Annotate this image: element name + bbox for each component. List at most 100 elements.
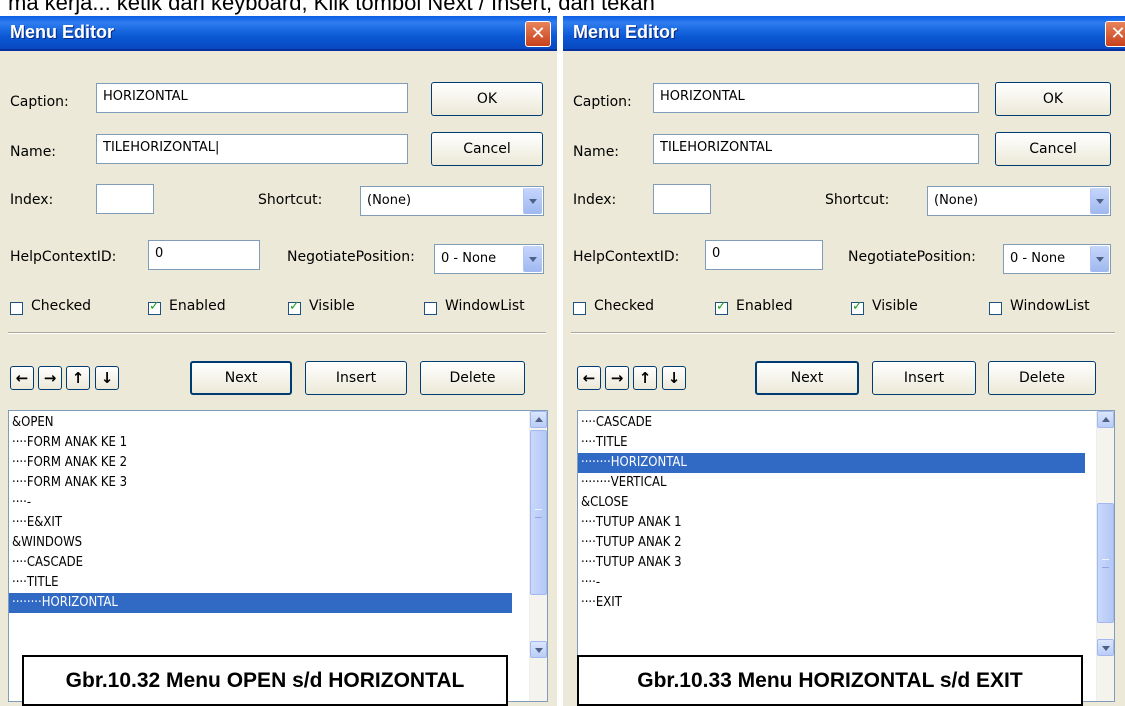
list-item[interactable]: ····EXIT xyxy=(581,593,622,613)
list-item[interactable]: ····TUTUP ANAK 2 xyxy=(581,533,682,553)
shortcut-label: Shortcut: xyxy=(825,192,890,208)
negotiateposition-select[interactable]: 0 - None xyxy=(434,244,544,274)
arrow-right-icon[interactable]: → xyxy=(38,366,62,390)
shortcut-value: (None) xyxy=(934,193,979,208)
checkmark-icon: ✓ xyxy=(149,299,160,314)
caption-label: Caption: xyxy=(573,94,632,110)
negotiateposition-label: NegotiatePosition: xyxy=(848,249,976,265)
caption-input[interactable]: HORIZONTAL xyxy=(653,83,979,113)
close-icon[interactable]: ✕ xyxy=(1105,21,1125,47)
enabled-checkbox[interactable]: ✓ xyxy=(148,299,161,315)
windowlist-checkbox[interactable] xyxy=(989,302,1002,315)
caption-label: Caption: xyxy=(10,94,69,110)
scroll-up-icon[interactable] xyxy=(530,411,547,428)
close-icon[interactable]: ✕ xyxy=(525,21,551,47)
arrow-down-icon[interactable]: ↓ xyxy=(95,366,119,390)
arrow-down-icon[interactable]: ↓ xyxy=(662,366,686,390)
list-item[interactable]: ····FORM ANAK KE 3 xyxy=(12,473,127,493)
list-item[interactable]: ········VERTICAL xyxy=(581,473,667,493)
negotiateposition-select[interactable]: 0 - None xyxy=(1003,244,1111,274)
name-input[interactable]: TILEHORIZONTAL| xyxy=(96,134,408,164)
list-item[interactable]: ····FORM ANAK KE 1 xyxy=(12,433,127,453)
list-item-selected[interactable]: ········HORIZONTAL xyxy=(578,453,1085,473)
index-label: Index: xyxy=(10,192,54,208)
list-item[interactable]: ····E&XIT xyxy=(12,513,62,533)
chevron-down-icon[interactable] xyxy=(1090,246,1109,272)
index-input[interactable] xyxy=(653,184,711,214)
window-title: Menu Editor xyxy=(573,22,677,42)
vertical-scrollbar[interactable] xyxy=(529,411,547,701)
chevron-down-icon[interactable] xyxy=(523,246,542,272)
list-item[interactable]: ····- xyxy=(581,573,600,593)
scroll-thumb[interactable] xyxy=(530,430,547,595)
list-item[interactable]: ····TITLE xyxy=(12,573,58,593)
list-item[interactable]: ····CASCADE xyxy=(581,413,652,433)
next-button[interactable]: Next xyxy=(755,361,859,395)
list-item[interactable]: ····TUTUP ANAK 1 xyxy=(581,513,682,533)
insert-button[interactable]: Insert xyxy=(872,361,976,395)
next-button[interactable]: Next xyxy=(190,361,292,395)
scroll-down-icon[interactable] xyxy=(1097,639,1114,656)
negotiateposition-value: 0 - None xyxy=(441,251,497,266)
windowlist-label: WindowList xyxy=(445,298,525,314)
cancel-button[interactable]: Cancel xyxy=(431,132,543,166)
name-label: Name: xyxy=(10,144,57,160)
list-item[interactable]: ····TUTUP ANAK 3 xyxy=(581,553,682,573)
scroll-down-icon[interactable] xyxy=(530,641,547,658)
windowlist-checkbox[interactable] xyxy=(424,302,437,315)
visible-checkbox[interactable]: ✓ xyxy=(851,299,864,315)
list-item[interactable]: ····- xyxy=(12,493,31,513)
list-item[interactable]: ····FORM ANAK KE 2 xyxy=(12,453,127,473)
shortcut-select[interactable]: (None) xyxy=(927,186,1111,216)
scroll-thumb[interactable] xyxy=(1097,503,1114,623)
chevron-down-icon[interactable] xyxy=(1090,188,1109,214)
checked-label: Checked xyxy=(594,298,655,314)
chevron-down-icon[interactable] xyxy=(523,188,542,214)
shortcut-label: Shortcut: xyxy=(258,192,323,208)
separator xyxy=(571,332,1115,334)
checkmark-icon: ✓ xyxy=(716,299,727,314)
list-item-selected[interactable]: ········HORIZONTAL xyxy=(9,593,512,613)
arrow-right-icon[interactable]: → xyxy=(605,366,629,390)
list-item[interactable]: &CLOSE xyxy=(581,493,628,513)
enabled-label: Enabled xyxy=(736,298,793,314)
arrow-left-icon[interactable]: ← xyxy=(577,366,601,390)
index-input[interactable] xyxy=(96,184,154,214)
arrow-left-icon[interactable]: ← xyxy=(10,366,34,390)
arrow-up-icon[interactable]: ↑ xyxy=(66,366,90,390)
helpcontextid-input[interactable]: 0 xyxy=(705,240,823,270)
shortcut-select[interactable]: (None) xyxy=(360,186,544,216)
list-item[interactable]: &WINDOWS xyxy=(12,533,82,553)
checked-checkbox[interactable] xyxy=(10,302,23,315)
title-bar: Menu Editor ✕ xyxy=(563,16,1125,51)
cancel-button[interactable]: Cancel xyxy=(995,132,1111,166)
visible-checkbox[interactable]: ✓ xyxy=(288,299,301,315)
list-item[interactable]: ····TITLE xyxy=(581,433,627,453)
windowlist-label: WindowList xyxy=(1010,298,1090,314)
enabled-checkbox[interactable]: ✓ xyxy=(715,299,728,315)
visible-label: Visible xyxy=(309,298,355,314)
list-item[interactable]: &OPEN xyxy=(12,413,54,433)
checkmark-icon: ✓ xyxy=(852,299,863,314)
scroll-up-icon[interactable] xyxy=(1097,411,1114,428)
title-bar: Menu Editor ✕ xyxy=(0,16,557,51)
window-title: Menu Editor xyxy=(10,22,114,42)
caption-input[interactable]: HORIZONTAL xyxy=(96,83,408,113)
delete-button[interactable]: Delete xyxy=(988,361,1096,395)
name-input[interactable]: TILEHORIZONTAL xyxy=(653,134,979,164)
ok-button[interactable]: OK xyxy=(431,82,543,116)
insert-button[interactable]: Insert xyxy=(305,361,407,395)
helpcontextid-input[interactable]: 0 xyxy=(148,240,260,270)
delete-button[interactable]: Delete xyxy=(420,361,525,395)
checked-checkbox[interactable] xyxy=(573,302,586,315)
list-item[interactable]: ····CASCADE xyxy=(12,553,83,573)
ok-button[interactable]: OK xyxy=(995,82,1111,116)
name-label: Name: xyxy=(573,144,620,160)
vertical-scrollbar[interactable] xyxy=(1096,411,1114,701)
figure-caption: Gbr.10.33 Menu HORIZONTAL s/d EXIT xyxy=(577,655,1083,706)
arrow-up-icon[interactable]: ↑ xyxy=(633,366,657,390)
negotiateposition-label: NegotiatePosition: xyxy=(287,249,415,265)
checkmark-icon: ✓ xyxy=(289,299,300,314)
figure-caption: Gbr.10.32 Menu OPEN s/d HORIZONTAL xyxy=(22,655,508,706)
helpcontextid-label: HelpContextID: xyxy=(573,249,680,265)
